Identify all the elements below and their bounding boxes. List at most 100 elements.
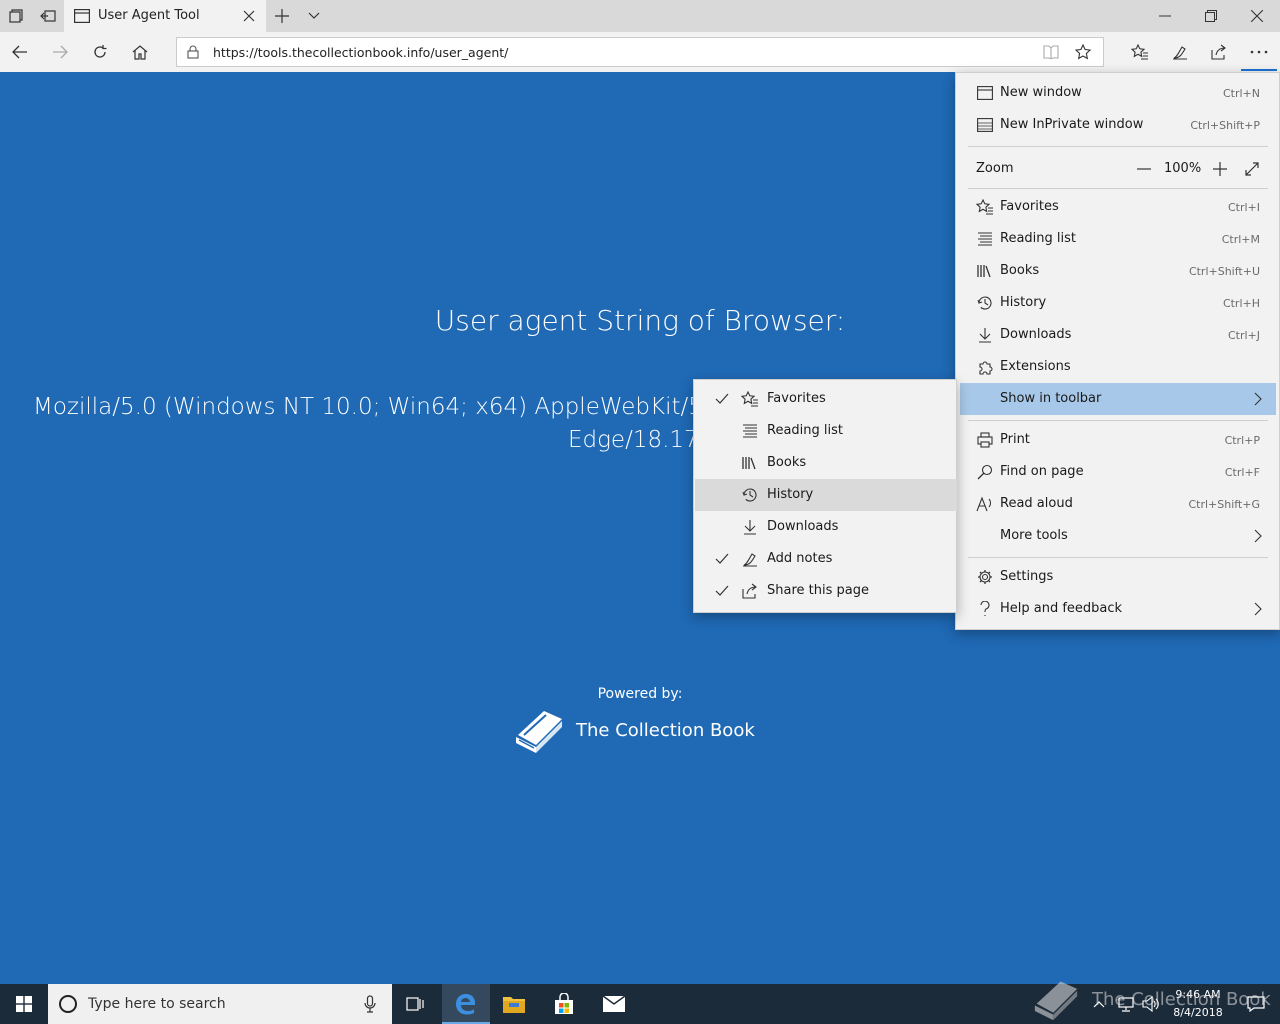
share-icon[interactable] xyxy=(1203,36,1235,68)
submenu-item-share-this-page[interactable]: Share this page xyxy=(695,575,957,607)
address-bar[interactable]: https://tools.thecollectionbook.info/use… xyxy=(176,37,1104,67)
checkmark-icon xyxy=(715,584,729,598)
settings-and-more-menu: New window Ctrl+N New InPrivate window C… xyxy=(955,72,1280,630)
submenu-item-add-notes[interactable]: Add notes xyxy=(695,543,957,575)
microphone-icon[interactable] xyxy=(364,995,376,1013)
mail-icon[interactable] xyxy=(590,984,638,1024)
menu-item-show-in-toolbar[interactable]: Show in toolbar xyxy=(960,383,1276,415)
powered-by-label: Powered by: xyxy=(597,686,683,702)
full-screen-icon[interactable] xyxy=(1242,159,1262,179)
lock-icon xyxy=(187,45,199,59)
menu-item-settings[interactable]: Settings xyxy=(960,561,1276,593)
search-placeholder: Type here to search xyxy=(88,996,226,1012)
taskbar-search-box[interactable]: Type here to search xyxy=(48,984,392,1024)
favorites-hub-icon[interactable] xyxy=(1124,36,1156,68)
close-tab-icon[interactable] xyxy=(242,9,256,23)
history-icon xyxy=(976,294,994,312)
download-icon xyxy=(741,518,759,536)
menu-divider xyxy=(968,146,1268,147)
menu-divider xyxy=(968,188,1268,189)
reading-list-icon xyxy=(976,230,994,248)
menu-divider xyxy=(968,420,1268,421)
tab-preview-chevron-icon[interactable] xyxy=(298,0,330,32)
forward-button[interactable] xyxy=(44,36,76,68)
share-icon xyxy=(741,582,759,600)
set-aside-tabs-icon[interactable] xyxy=(32,0,64,32)
new-tab-icon[interactable] xyxy=(266,0,298,32)
extensions-icon xyxy=(976,358,994,376)
menu-item-new-inprivate-window[interactable]: New InPrivate window Ctrl+Shift+P xyxy=(960,109,1276,141)
store-icon[interactable] xyxy=(540,984,588,1024)
show-in-toolbar-submenu: Favorites Reading list Books History Dow… xyxy=(693,379,957,613)
back-button[interactable] xyxy=(4,36,36,68)
cortana-circle-icon xyxy=(58,994,78,1014)
task-view-icon[interactable] xyxy=(392,984,440,1024)
tab-title: User Agent Tool xyxy=(98,8,200,23)
gear-icon xyxy=(976,568,994,586)
menu-item-favorites[interactable]: Favorites Ctrl+I xyxy=(960,191,1276,223)
zoom-in-icon[interactable] xyxy=(1210,159,1230,179)
brand-link[interactable]: The Collection Book xyxy=(512,705,755,755)
zoom-out-icon[interactable] xyxy=(1134,159,1154,179)
menu-item-downloads[interactable]: Downloads Ctrl+J xyxy=(960,319,1276,351)
windows-start-icon[interactable] xyxy=(0,984,48,1024)
book-logo-icon xyxy=(1030,976,1082,1022)
menu-item-help-and-feedback[interactable]: Help and feedback xyxy=(960,593,1276,625)
file-explorer-icon[interactable] xyxy=(490,984,538,1024)
refresh-button[interactable] xyxy=(84,36,116,68)
book-logo-icon xyxy=(512,705,566,755)
menu-item-history[interactable]: History Ctrl+H xyxy=(960,287,1276,319)
favorites-icon xyxy=(976,198,994,216)
inprivate-icon xyxy=(976,116,994,134)
chevron-right-icon xyxy=(1254,392,1262,406)
more-button-active-indicator xyxy=(1241,69,1277,71)
navigation-bar: https://tools.thecollectionbook.info/use… xyxy=(0,32,1280,72)
submenu-item-reading-list[interactable]: Reading list xyxy=(695,415,957,447)
user-agent-string-line1: Mozilla/5.0 (Windows NT 10.0; Win64; x64… xyxy=(33,394,801,420)
checkmark-icon xyxy=(715,392,729,406)
books-icon xyxy=(741,454,759,472)
edge-taskbar-button[interactable] xyxy=(442,984,490,1024)
menu-item-read-aloud[interactable]: Read aloud Ctrl+Shift+G xyxy=(960,488,1276,520)
minimize-button[interactable] xyxy=(1142,0,1188,32)
zoom-control: Zoom 100% xyxy=(960,153,1276,185)
menu-item-find-on-page[interactable]: Find on page Ctrl+F xyxy=(960,456,1276,488)
history-icon xyxy=(741,486,759,504)
home-button[interactable] xyxy=(124,36,156,68)
watermark-text: The Collection Book xyxy=(1092,988,1271,1010)
submenu-item-favorites[interactable]: Favorites xyxy=(695,383,957,415)
search-icon xyxy=(976,463,994,481)
title-bar: User Agent Tool xyxy=(0,0,1280,32)
menu-divider xyxy=(968,557,1268,558)
add-notes-icon xyxy=(741,550,759,568)
reading-view-icon[interactable] xyxy=(1043,45,1059,59)
add-notes-icon[interactable] xyxy=(1164,36,1196,68)
more-settings-icon[interactable] xyxy=(1243,36,1275,68)
favorites-icon xyxy=(741,390,759,408)
submenu-item-books[interactable]: Books xyxy=(695,447,957,479)
chevron-right-icon xyxy=(1254,529,1262,543)
read-aloud-icon xyxy=(976,495,994,513)
edge-logo-icon xyxy=(455,993,477,1015)
menu-item-more-tools[interactable]: More tools xyxy=(960,520,1276,552)
restore-button[interactable] xyxy=(1188,0,1234,32)
chevron-right-icon xyxy=(1254,602,1262,616)
tab-user-agent-tool[interactable]: User Agent Tool xyxy=(64,0,266,32)
books-icon xyxy=(976,262,994,280)
brand-name: The Collection Book xyxy=(576,719,755,741)
zoom-level: 100% xyxy=(1164,161,1202,176)
menu-item-books[interactable]: Books Ctrl+Shift+U xyxy=(960,255,1276,287)
menu-item-new-window[interactable]: New window Ctrl+N xyxy=(960,77,1276,109)
submenu-item-history[interactable]: History xyxy=(695,479,957,511)
zoom-label: Zoom xyxy=(976,161,1014,176)
tab-actions-icon[interactable] xyxy=(0,0,32,32)
printer-icon xyxy=(976,431,994,449)
menu-item-print[interactable]: Print Ctrl+P xyxy=(960,424,1276,456)
checkmark-icon xyxy=(715,552,729,566)
menu-item-reading-list[interactable]: Reading list Ctrl+M xyxy=(960,223,1276,255)
add-favorite-star-icon[interactable] xyxy=(1075,44,1091,60)
url-text[interactable]: https://tools.thecollectionbook.info/use… xyxy=(213,45,508,60)
submenu-item-downloads[interactable]: Downloads xyxy=(695,511,957,543)
close-window-button[interactable] xyxy=(1234,0,1280,32)
menu-item-extensions[interactable]: Extensions xyxy=(960,351,1276,383)
